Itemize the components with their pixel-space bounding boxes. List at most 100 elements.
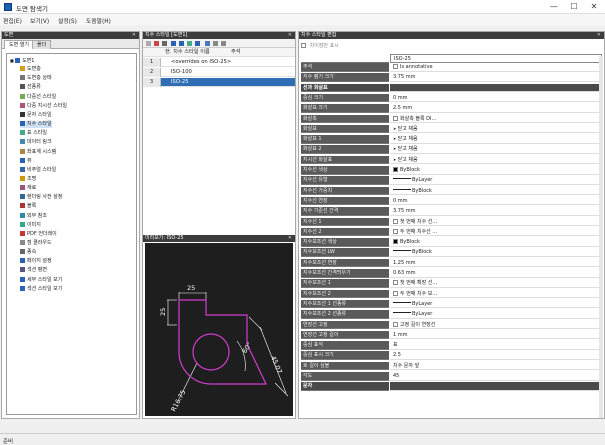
maximize-button[interactable]: ☐ [565, 2, 583, 12]
prop-value[interactable]: ByBlock [390, 248, 602, 257]
prop-value[interactable]: 0.63 mm [390, 269, 602, 278]
prop-value[interactable]: 치수 문자 앞 [390, 361, 602, 371]
checkbox[interactable] [393, 228, 398, 234]
tree-item[interactable]: 섹션 평면 [20, 267, 47, 274]
menu-edit[interactable]: 편집(E) [3, 16, 22, 25]
style-name-input[interactable]: ISO-25 [390, 54, 602, 63]
prop-row[interactable]: 중심 표시 크기 2.5 [301, 351, 602, 360]
prop-value[interactable]: 화살촉 블록 DI... [390, 114, 602, 124]
tree-item[interactable]: 다중 지시선 스타일 [20, 102, 67, 110]
prop-row[interactable]: 지수보조선 색상 ByBlock [301, 238, 602, 247]
new-style-icon[interactable] [146, 41, 151, 46]
checkbox[interactable] [393, 218, 398, 224]
prop-value[interactable]: 45 [390, 372, 602, 381]
table-row[interactable]: 1 <overrides on ISO-25> [143, 58, 295, 67]
prop-value[interactable]: 두 번째 치수선 ... [390, 227, 602, 237]
prop-value[interactable]: 2.5 mm [390, 104, 602, 113]
prop-row[interactable]: 지수 램기 크기 3.75 mm [301, 73, 602, 82]
table-row[interactable]: 2 ISO-100 [143, 68, 295, 77]
prop-row[interactable]: 지수선 색상 ByBlock [301, 166, 602, 175]
prop-value[interactable]: ByLayer [390, 176, 602, 185]
copy-icon[interactable] [171, 41, 176, 46]
tree-item[interactable]: 세부 스타일 보기 [20, 276, 62, 284]
panel-close-icon[interactable]: ✕ [132, 32, 136, 39]
tree-item[interactable]: 렌더링 사전 설정 [20, 194, 62, 201]
prop-value[interactable]: ➤ 닫고 채움 [390, 145, 602, 154]
prop-row[interactable]: 연장선 고정 고정 길이 연장선 [301, 320, 602, 330]
close-button[interactable]: ✕ [585, 2, 603, 12]
prop-row[interactable]: 지수보조선 1 첫 번째 확장 선... [301, 279, 602, 288]
prop-value[interactable]: 첫 번째 확장 선... [390, 279, 602, 288]
tree-item[interactable]: 표 스타일 [20, 130, 47, 137]
prop-value[interactable]: 0 mm [390, 93, 602, 103]
menu-settings[interactable]: 설정(S) [58, 16, 77, 25]
tree-item[interactable]: 비주얼 스타일 [20, 166, 56, 174]
prop-value[interactable]: 1 mm [390, 330, 602, 340]
panel-close-icon[interactable]: ✕ [288, 235, 292, 242]
checkbox[interactable] [393, 280, 398, 286]
tree-item[interactable]: 외부 참조 [20, 212, 47, 220]
set-current-icon[interactable] [162, 41, 167, 46]
prop-value[interactable]: 두 번째 치수 보... [390, 289, 602, 299]
tree-item[interactable]: 데이터 링크 [20, 139, 52, 146]
prop-value[interactable]: 첫 번째 치수 선... [390, 217, 602, 227]
import-icon[interactable] [187, 41, 192, 46]
checkbox[interactable] [393, 64, 398, 69]
tree-item[interactable]: 재료 [20, 185, 36, 192]
prop-value[interactable]: ByBlock [390, 238, 602, 247]
prop-row[interactable]: 지수보조선 LW ByBlock [301, 248, 602, 257]
prop-row[interactable]: 주석 Is annotative [301, 63, 602, 72]
tree-item[interactable]: 다중선 스타일 [20, 93, 56, 101]
prop-row[interactable]: 지수보조선 연장 1.25 mm [301, 258, 602, 268]
panel-close-icon[interactable]: ✕ [597, 32, 601, 39]
prop-value[interactable]: ByBlock [390, 186, 602, 196]
col-name-header[interactable]: 현. 치수 스타일 이름 [165, 48, 210, 57]
tree-item[interactable]: 점 클라우드 [20, 240, 52, 247]
tree-item[interactable]: 도면층 [20, 66, 41, 73]
tree-item[interactable]: 블록 [20, 203, 36, 210]
prop-row[interactable]: 지수보조선 1 선종류 ByLayer [301, 299, 602, 309]
prop-value[interactable]: 0 mm [390, 196, 602, 206]
tree-item[interactable]: 선종류 [20, 84, 41, 91]
prop-value[interactable]: ByLayer [390, 299, 602, 309]
prop-row[interactable]: 중심 표식 표 [301, 341, 602, 350]
prop-value[interactable]: 고정 길이 연장선 [390, 320, 602, 330]
prop-value[interactable]: ➤ 닫고 채움 [390, 155, 602, 165]
prop-row[interactable]: 중심 크기 0 mm [301, 93, 602, 103]
tree-item[interactable]: 도면층 상태 [20, 75, 52, 82]
show-diff-checkbox[interactable] [301, 43, 306, 48]
menu-help[interactable]: 도움말(H) [86, 16, 111, 25]
prop-row[interactable]: 지수선 연장 0 mm [301, 196, 602, 206]
checkbox[interactable] [393, 115, 398, 121]
tree-item[interactable]: 이미지 [20, 221, 41, 229]
prop-value[interactable] [390, 382, 602, 391]
prop-row[interactable]: 화살표 2 ➤ 닫고 채움 [301, 145, 602, 154]
prop-value[interactable]: ➤ 닫고 채움 [390, 124, 602, 134]
refresh-icon[interactable] [195, 41, 200, 46]
prop-row[interactable]: 화살표 ➤ 닫고 채움 [301, 124, 602, 134]
prop-value[interactable]: 1.25 mm [390, 258, 602, 268]
prop-category[interactable]: 선과 화살표 [301, 83, 602, 93]
tree-item[interactable]: 문자 스타일 [20, 111, 52, 119]
panel-close-icon[interactable]: ✕ [288, 32, 292, 39]
prop-row[interactable]: 지수선 가중치 ByBlock [301, 186, 602, 196]
tree-item[interactable]: 섹션 스타일 보기 [20, 285, 62, 293]
prop-value[interactable]: ByBlock [390, 166, 602, 175]
col-note-header[interactable]: 주석 [231, 48, 241, 57]
tab-folder[interactable]: 폴더 [32, 40, 52, 49]
menu-view[interactable]: 보기(V) [30, 16, 49, 25]
list-view-icon[interactable] [205, 41, 210, 46]
properties-scrollbar[interactable] [599, 56, 603, 418]
prop-row[interactable]: 지수보조선 2 두 번째 치수 보... [301, 289, 602, 299]
tree-item[interactable]: PDF 언더레이 [20, 230, 57, 238]
detail-view-icon[interactable] [221, 41, 226, 46]
tree-item[interactable]: 페이지 설정 [20, 258, 52, 265]
prop-row[interactable]: 지수보조선 2 선종류 ByLayer [301, 310, 602, 319]
tree-item[interactable]: 조명 [20, 175, 36, 183]
minimize-button[interactable]: — [545, 2, 563, 12]
prop-value[interactable]: Is annotative [390, 63, 602, 72]
prop-row[interactable]: 지시선 화살표 ➤ 닫고 채움 [301, 155, 602, 165]
checkbox[interactable] [393, 321, 398, 327]
prop-value[interactable]: 표 [390, 341, 602, 350]
table-row-selected[interactable]: 3 ISO-25 [143, 78, 295, 87]
